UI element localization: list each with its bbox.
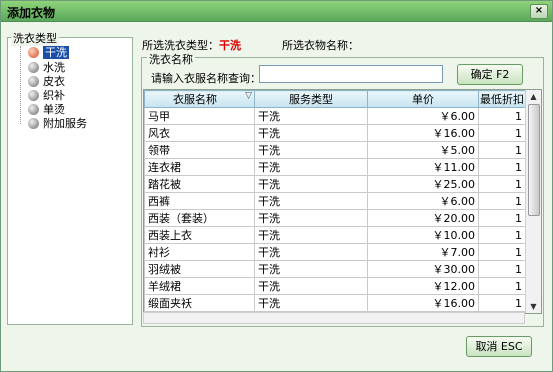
cell-min-discount: 1 [478,209,526,227]
wash-type-legend: 洗衣类型 [11,30,59,46]
cell-service: 干洗 [254,294,368,312]
cell-name: 羊绒裙 [144,277,255,295]
cell-min-discount: 1 [478,175,526,193]
selected-item-name-label: 所选衣物名称： [282,39,359,52]
cell-service: 干洗 [254,243,368,261]
cell-service: 干洗 [254,226,368,244]
table-row[interactable]: 羊绒裙 干洗 ￥12.00 1 [144,277,526,295]
cell-min-discount: 1 [478,260,526,278]
cell-name: 风衣 [144,124,255,142]
cell-price: ￥6.00 [367,192,479,210]
table-row[interactable]: 衬衫 干洗 ￥7.00 1 [144,243,526,261]
cancel-button[interactable]: 取消 ESC [466,336,532,357]
cell-name: 缎面夹袄 [144,294,255,312]
clothes-table: 衣服名称 ▽ 服务类型 单价 最低折扣 马甲 干洗 ￥6.00 1 风衣 干洗 ￥16.00 1… [143,89,542,314]
cell-min-discount: 1 [478,158,526,176]
title-bar: 添加衣物 × [1,1,552,22]
cell-min-discount: 1 [478,107,526,125]
dot-icon [28,104,39,115]
filter-icon[interactable]: ▽ [245,91,252,101]
cell-name: 羽绒被 [144,260,255,278]
cell-price: ￥10.00 [367,226,479,244]
dot-icon [28,76,39,87]
cell-price: ￥6.00 [367,107,479,125]
cell-service: 干洗 [254,260,368,278]
table-row[interactable]: 马甲 干洗 ￥6.00 1 [144,107,526,125]
table-row[interactable]: 西装上衣 干洗 ￥10.00 1 [144,226,526,244]
column-header-name[interactable]: 衣服名称 ▽ [144,90,255,108]
tree-item-water-wash[interactable]: 水洗 [28,60,65,75]
tree-item-dry-clean[interactable]: 干洗 [28,45,69,60]
column-header-price[interactable]: 单价 [367,90,479,108]
table-row[interactable]: 西装（套装） 干洗 ￥20.00 1 [144,209,526,227]
cell-name: 领带 [144,141,255,159]
cell-price: ￥16.00 [367,294,479,312]
cell-service: 干洗 [254,209,368,227]
scroll-up-icon[interactable]: ▲ [528,91,539,102]
cell-price: ￥11.00 [367,158,479,176]
cell-name: 马甲 [144,107,255,125]
scroll-thumb[interactable] [528,104,540,216]
table-header-row: 衣服名称 ▽ 服务类型 单价 最低折扣 [144,90,526,108]
dot-icon [28,90,39,101]
cell-service: 干洗 [254,107,368,125]
column-header-service[interactable]: 服务类型 [254,90,368,108]
tree-item-extra-service[interactable]: 附加服务 [28,116,87,131]
wash-type-tree [7,37,133,325]
tree-item-ironing[interactable]: 单烫 [28,102,65,117]
table-row[interactable]: 羽绒被 干洗 ￥30.00 1 [144,260,526,278]
tree-connector [20,46,21,124]
add-clothes-dialog: 添加衣物 × 洗衣类型 干洗 水洗 皮衣 织补 单烫 附加服务 所选洗衣类型：干… [0,0,553,372]
selected-type-value: 干洗 [219,39,241,52]
cell-price: ￥5.00 [367,141,479,159]
cell-price: ￥30.00 [367,260,479,278]
cell-min-discount: 1 [478,294,526,312]
cell-min-discount: 1 [478,243,526,261]
table-row[interactable]: 领带 干洗 ￥5.00 1 [144,141,526,159]
cell-price: ￥12.00 [367,277,479,295]
column-header-min-discount[interactable]: 最低折扣 [478,90,526,108]
cell-service: 干洗 [254,124,368,142]
tree-item-mending[interactable]: 织补 [28,88,65,103]
cell-min-discount: 1 [478,141,526,159]
search-group-legend: 洗衣名称 [147,51,195,67]
table-row[interactable]: 踏花被 干洗 ￥25.00 1 [144,175,526,193]
cell-service: 干洗 [254,141,368,159]
cell-name: 连衣裙 [144,158,255,176]
confirm-button[interactable]: 确定 F2 [457,64,523,85]
dot-icon [28,62,39,73]
search-input[interactable] [259,65,443,83]
cell-name: 踏花被 [144,175,255,193]
selected-dot-icon [28,47,39,58]
cell-price: ￥16.00 [367,124,479,142]
cell-service: 干洗 [254,175,368,193]
table-row[interactable]: 风衣 干洗 ￥16.00 1 [144,124,526,142]
cell-service: 干洗 [254,158,368,176]
cell-min-discount: 1 [478,277,526,295]
table-row[interactable]: 西裤 干洗 ￥6.00 1 [144,192,526,210]
dot-icon [28,118,39,129]
cell-name: 衬衫 [144,243,255,261]
cell-name: 西装（套装） [144,209,255,227]
cell-name: 西装上衣 [144,226,255,244]
cell-service: 干洗 [254,277,368,295]
cell-price: ￥20.00 [367,209,479,227]
scroll-down-icon[interactable]: ▼ [528,301,539,312]
cell-name: 西裤 [144,192,255,210]
cell-price: ￥25.00 [367,175,479,193]
search-label: 请输入衣服名称查询： [151,72,261,85]
cell-service: 干洗 [254,192,368,210]
cell-min-discount: 1 [478,226,526,244]
cell-min-discount: 1 [478,192,526,210]
table-row[interactable]: 缎面夹袄 干洗 ￥16.00 1 [144,294,526,312]
close-button[interactable]: × [530,4,548,19]
vertical-scrollbar[interactable]: ▲ ▼ [525,90,541,313]
cell-min-discount: 1 [478,124,526,142]
cell-price: ￥7.00 [367,243,479,261]
table-row[interactable]: 连衣裙 干洗 ￥11.00 1 [144,158,526,176]
horizontal-scrollbar[interactable] [143,312,525,324]
window-title: 添加衣物 [7,6,56,20]
tree-item-leather[interactable]: 皮衣 [28,74,65,89]
